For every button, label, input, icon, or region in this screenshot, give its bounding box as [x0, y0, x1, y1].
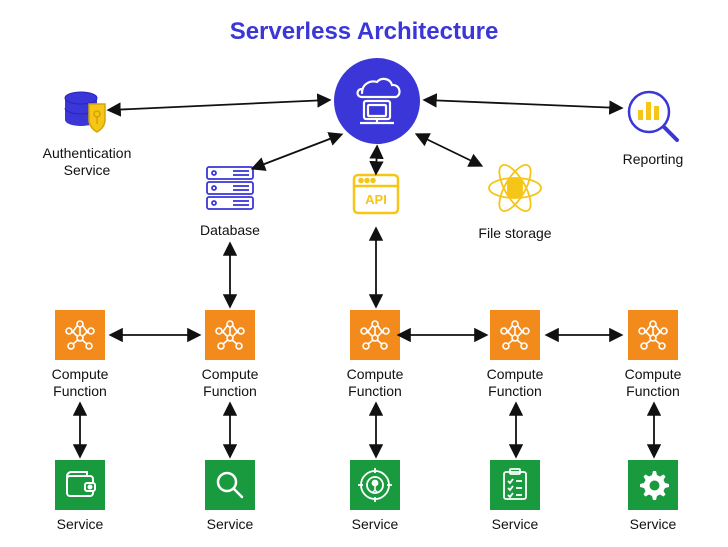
- wallet-icon: [55, 460, 105, 510]
- service-label-3: Service: [330, 516, 420, 533]
- checklist-icon: [490, 460, 540, 510]
- node-service-2: Service: [185, 460, 275, 533]
- node-compute-2: Compute Function: [185, 310, 275, 400]
- node-service-5: Service: [608, 460, 698, 533]
- node-authentication: Authentication Service: [32, 90, 142, 179]
- auth-label: Authentication Service: [32, 145, 142, 179]
- compute-label-4: Compute Function: [470, 366, 560, 400]
- reporting-magnify-chart-icon: [625, 88, 681, 142]
- service-label-4: Service: [470, 516, 560, 533]
- api-window-icon: API: [351, 172, 401, 216]
- compute-network-icon: [205, 310, 255, 360]
- node-compute-1: Compute Function: [35, 310, 125, 400]
- node-service-1: Service: [35, 460, 125, 533]
- service-label-5: Service: [608, 516, 698, 533]
- database-servers-icon: [203, 165, 257, 213]
- reporting-label: Reporting: [608, 151, 698, 168]
- node-service-4: Service: [470, 460, 560, 533]
- filestorage-label: File storage: [465, 225, 565, 242]
- gear-icon: [628, 460, 678, 510]
- compute-label-1: Compute Function: [35, 366, 125, 400]
- target-icon: [350, 460, 400, 510]
- compute-network-icon: [55, 310, 105, 360]
- compute-network-icon: [490, 310, 540, 360]
- node-service-3: Service: [330, 460, 420, 533]
- node-reporting: Reporting: [608, 88, 698, 168]
- search-icon: [205, 460, 255, 510]
- service-label-1: Service: [35, 516, 125, 533]
- service-label-2: Service: [185, 516, 275, 533]
- compute-label-3: Compute Function: [330, 366, 420, 400]
- compute-label-5: Compute Function: [608, 366, 698, 400]
- node-api: API API: [340, 172, 412, 219]
- node-database: Database: [185, 165, 275, 239]
- database-label: Database: [185, 222, 275, 239]
- svg-text:API: API: [365, 192, 387, 207]
- node-compute-3: Compute Function: [330, 310, 420, 400]
- auth-database-shield-icon: [61, 90, 113, 136]
- atom-storage-icon: [485, 160, 545, 216]
- diagram-title: Serverless Architecture: [230, 18, 499, 46]
- cloud-hub-icon: [334, 58, 420, 144]
- compute-label-2: Compute Function: [185, 366, 275, 400]
- node-filestorage: File storage: [465, 160, 565, 242]
- compute-network-icon: [628, 310, 678, 360]
- compute-network-icon: [350, 310, 400, 360]
- node-compute-4: Compute Function: [470, 310, 560, 400]
- node-compute-5: Compute Function: [608, 310, 698, 400]
